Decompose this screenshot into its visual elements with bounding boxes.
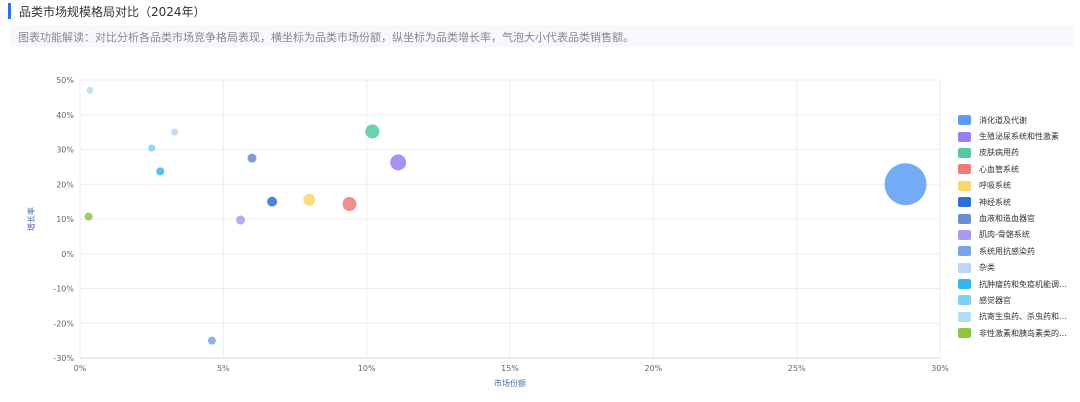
legend-item[interactable]: 感觉器官	[958, 292, 1076, 308]
y-tick-label: 10%	[56, 215, 74, 224]
legend-item[interactable]: 消化道及代谢	[958, 112, 1076, 128]
bubble-point[interactable]	[84, 212, 93, 221]
legend-swatch	[958, 328, 971, 339]
legend-item[interactable]: 杂类	[958, 260, 1076, 276]
legend-swatch	[958, 279, 971, 290]
legend-label: 抗寄生虫药、杀虫药和驱虫药	[979, 312, 1074, 322]
legend-swatch	[958, 262, 971, 273]
y-tick-label: -20%	[53, 319, 74, 328]
legend-label: 皮肤病用药	[979, 148, 1019, 158]
x-tick-label: 0%	[74, 364, 87, 373]
x-tick-label: 20%	[644, 364, 662, 373]
bubble-point[interactable]	[156, 167, 165, 176]
legend-label: 非性激素和胰岛素类的激素类系统用药	[979, 328, 1074, 338]
legend-label: 系统用抗感染药	[979, 246, 1035, 256]
legend-item[interactable]: 心血管系统	[958, 161, 1076, 177]
legend-item[interactable]: 非性激素和胰岛素类的激素类系统用药	[958, 325, 1076, 341]
legend-item[interactable]: 抗肿瘤药和免疫机能调节剂	[958, 276, 1076, 292]
legend-label: 杂类	[979, 263, 995, 273]
x-tick-label: 15%	[501, 364, 519, 373]
bubble-point[interactable]	[267, 196, 278, 207]
bubble-point[interactable]	[207, 336, 216, 345]
y-tick-label: 20%	[56, 180, 74, 189]
legend-swatch	[958, 164, 971, 175]
y-tick-label: 40%	[56, 111, 74, 120]
bubble-point[interactable]	[171, 128, 179, 136]
legend-label: 抗肿瘤药和免疫机能调节剂	[979, 279, 1074, 289]
bubble-point[interactable]	[247, 153, 257, 163]
x-tick-label: 30%	[931, 364, 949, 373]
x-tick-label: 10%	[358, 364, 376, 373]
legend-item[interactable]: 血液和造血器官	[958, 210, 1076, 226]
legend-swatch	[958, 295, 971, 306]
legend-item[interactable]: 呼吸系统	[958, 178, 1076, 194]
legend-swatch	[958, 147, 971, 158]
legend-label: 感觉器官	[979, 295, 1011, 305]
legend-swatch	[958, 131, 971, 142]
bubble-point[interactable]	[390, 154, 407, 171]
x-tick-label: 5%	[217, 364, 230, 373]
legend-label: 肌肉-骨骼系统	[979, 230, 1030, 240]
bubble-chart: 50%40%30%20%10%0%-10%-20%-30%0% 5% 10% 15% 2…	[26, 76, 949, 388]
bubble-point[interactable]	[342, 197, 357, 212]
y-tick-label: -10%	[53, 285, 74, 294]
legend-swatch	[958, 213, 971, 224]
bubble-point[interactable]	[86, 86, 94, 94]
legend-item[interactable]: 抗寄生虫药、杀虫药和驱虫药	[958, 309, 1076, 325]
legend-swatch	[958, 197, 971, 208]
legend-label: 生殖泌尿系统和性激素	[979, 132, 1059, 142]
legend-item[interactable]: 生殖泌尿系统和性激素	[958, 128, 1076, 144]
bubble-point[interactable]	[303, 193, 316, 206]
y-tick-label: 50%	[56, 76, 74, 85]
y-tick-label: -30%	[53, 354, 74, 363]
legend-label: 呼吸系统	[979, 181, 1011, 191]
y-axis-title: 增长率	[26, 207, 36, 231]
legend-item[interactable]: 皮肤病用药	[958, 145, 1076, 161]
legend-swatch	[958, 229, 971, 240]
legend-label: 血液和造血器官	[979, 214, 1035, 224]
bubble-point[interactable]	[365, 124, 380, 139]
y-tick-label: 30%	[56, 146, 74, 155]
legend-swatch	[958, 180, 971, 191]
x-tick-label: 25%	[788, 364, 806, 373]
x-axis-title: 市场份额	[494, 378, 526, 388]
legend-swatch	[958, 246, 971, 257]
legend-item[interactable]: 系统用抗感染药	[958, 243, 1076, 259]
chart-legend[interactable]: 消化道及代谢生殖泌尿系统和性激素 皮肤病用药心血管系统呼吸系统神经系统血液和造血器…	[958, 112, 1076, 341]
legend-swatch	[958, 311, 971, 322]
bubble-point[interactable]	[148, 144, 156, 152]
legend-label: 消化道及代谢	[979, 115, 1027, 125]
legend-swatch	[958, 115, 971, 126]
legend-label: 心血管系统	[979, 164, 1019, 174]
legend-item[interactable]: 肌肉-骨骼系统	[958, 227, 1076, 243]
legend-item[interactable]: 神经系统	[958, 194, 1076, 210]
bubble-point[interactable]	[884, 163, 927, 206]
y-tick-label: 0%	[61, 250, 74, 259]
legend-label: 神经系统	[979, 197, 1011, 207]
bubble-point[interactable]	[236, 215, 246, 225]
